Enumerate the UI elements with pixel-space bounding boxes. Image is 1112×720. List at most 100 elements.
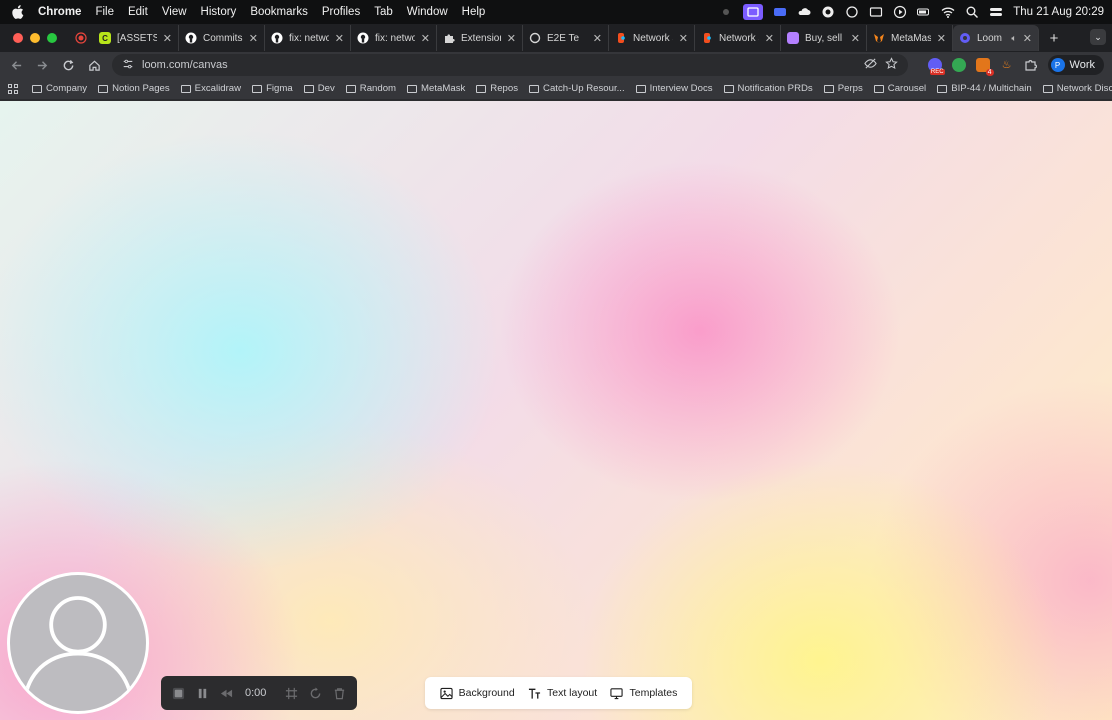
pause-button[interactable]	[195, 686, 209, 700]
background-button[interactable]: Background	[440, 687, 515, 700]
bookmark-folder[interactable]: Company	[32, 83, 87, 94]
bookmark-folder[interactable]: Carousel	[873, 83, 926, 94]
bookmark-folder[interactable]: Random	[345, 83, 396, 94]
tab-buy-sell[interactable]: Buy, sell & ✕	[781, 25, 867, 51]
tab-metamask[interactable]: MetaMask ✕	[867, 25, 953, 51]
close-tab-icon[interactable]: ✕	[249, 32, 258, 45]
menu-profiles[interactable]: Profiles	[322, 6, 360, 18]
camera-bubble-avatar[interactable]	[7, 572, 149, 714]
bookmark-folder[interactable]: BIP-44 / Multichain	[937, 83, 1032, 94]
bookmark-folder[interactable]: Figma	[252, 83, 293, 94]
battery-icon[interactable]	[917, 5, 931, 19]
tab-figma-network-1[interactable]: Network s ✕	[609, 25, 695, 51]
close-tab-icon[interactable]: ✕	[507, 32, 516, 45]
fullscreen-window-button[interactable]	[47, 33, 57, 43]
bookmark-label: Figma	[266, 83, 293, 94]
apps-grid-icon[interactable]	[8, 83, 18, 94]
close-tab-icon[interactable]: ✕	[163, 32, 172, 45]
camera-extension-icon[interactable]: REC	[927, 58, 945, 75]
bookmark-folder[interactable]: Dev	[303, 83, 335, 94]
rewind-button[interactable]	[219, 686, 233, 700]
profile-button[interactable]: P Work	[1047, 55, 1104, 75]
folder-icon	[252, 84, 263, 93]
tab-extensions[interactable]: Extensions ✕	[437, 25, 523, 51]
menu-help[interactable]: Help	[462, 6, 486, 18]
tab-github-fix-1[interactable]: fix: networ ✕	[265, 25, 351, 51]
address-bar[interactable]: loom.com/canvas	[112, 54, 908, 76]
tab-loom[interactable]: Loom | 🔈︎ ✕	[953, 25, 1039, 51]
tab-github-fix-2[interactable]: fix: networ ✕	[351, 25, 437, 51]
new-tab-button[interactable]: +	[1045, 30, 1063, 47]
tab-title: Loom |	[977, 32, 1006, 44]
tab-figma-network-2[interactable]: Network s ✕	[695, 25, 781, 51]
bookmark-folder[interactable]: Network Discover...	[1042, 83, 1112, 94]
menu-app-name[interactable]: Chrome	[38, 6, 81, 18]
stop-button[interactable]	[171, 686, 185, 700]
tab-github-commits[interactable]: Commits ✕	[179, 25, 265, 51]
close-tab-icon[interactable]: ✕	[679, 32, 688, 45]
restart-icon[interactable]	[308, 686, 322, 700]
reload-icon[interactable]	[60, 57, 76, 73]
speaker-icon[interactable]: 🔈︎	[1011, 33, 1016, 44]
templates-button[interactable]: Templates	[610, 687, 677, 700]
trash-icon[interactable]	[332, 686, 346, 700]
close-tab-icon[interactable]: ✕	[937, 32, 946, 45]
control-center-icon[interactable]	[989, 5, 1003, 19]
wifi-icon[interactable]	[941, 5, 955, 19]
mic-status-icon[interactable]	[719, 5, 733, 19]
close-tab-icon[interactable]: ✕	[593, 32, 602, 45]
grammarly-icon[interactable]	[821, 5, 835, 19]
close-tab-icon[interactable]: ✕	[421, 32, 430, 45]
folder-icon	[529, 84, 540, 93]
green-extension-icon[interactable]	[951, 58, 966, 72]
menu-clock[interactable]: Thu 21 Aug 20:29	[1013, 6, 1104, 18]
tab-search-icon[interactable]: ⌄	[1090, 29, 1106, 45]
bookmark-folder[interactable]: Interview Docs	[635, 83, 713, 94]
folder-icon	[98, 84, 109, 93]
close-tab-icon[interactable]: ✕	[335, 32, 344, 45]
screen-record-icon[interactable]	[743, 4, 764, 20]
play-icon[interactable]	[893, 5, 907, 19]
bookmark-folder[interactable]: Excalidraw	[180, 83, 241, 94]
grid-icon[interactable]	[284, 686, 298, 700]
menu-tab[interactable]: Tab	[374, 6, 393, 18]
close-tab-icon[interactable]: ✕	[1023, 32, 1032, 45]
menu-view[interactable]: View	[162, 6, 187, 18]
metamask-extension-icon[interactable]: 4	[975, 58, 994, 76]
apple-icon[interactable]	[12, 5, 24, 19]
cloud-icon[interactable]	[797, 5, 811, 19]
bookmark-folder[interactable]: Repos	[476, 83, 518, 94]
menu-history[interactable]: History	[201, 6, 237, 18]
url-text[interactable]: loom.com/canvas	[142, 59, 856, 71]
forward-icon[interactable]	[34, 57, 50, 73]
close-window-button[interactable]	[13, 33, 23, 43]
menu-file[interactable]: File	[95, 6, 114, 18]
eye-off-icon[interactable]	[863, 57, 877, 73]
menu-edit[interactable]: Edit	[128, 6, 148, 18]
fire-extension-icon[interactable]: ♨	[1000, 58, 1014, 72]
bookmark-folder[interactable]: Notification PRDs	[723, 83, 813, 94]
bookmark-folder[interactable]: Catch-Up Resour...	[529, 83, 625, 94]
text-layout-button[interactable]: Text layout	[528, 687, 597, 700]
tab-recording-indicator[interactable]	[71, 25, 93, 51]
back-icon[interactable]	[8, 57, 24, 73]
tab-jira[interactable]: C [ASSETS-1 ✕	[93, 25, 179, 51]
bookmark-folder[interactable]: Notion Pages	[98, 83, 170, 94]
tab-e2e[interactable]: E2E Te ✕	[523, 25, 609, 51]
minimize-window-button[interactable]	[30, 33, 40, 43]
bookmark-folder[interactable]: MetaMask	[407, 83, 465, 94]
bookmark-folder[interactable]: Perps	[823, 83, 863, 94]
bookmark-label: Company	[46, 83, 88, 94]
menu-bookmarks[interactable]: Bookmarks	[250, 6, 308, 18]
zoom-icon[interactable]	[773, 5, 787, 19]
home-icon[interactable]	[86, 57, 102, 73]
bookmark-star-icon[interactable]	[884, 57, 898, 73]
menu-window[interactable]: Window	[407, 6, 448, 18]
spotlight-search-icon[interactable]	[965, 5, 979, 19]
extensions-puzzle-icon[interactable]	[1024, 58, 1038, 72]
display-icon[interactable]	[869, 5, 883, 19]
vpn-icon[interactable]	[845, 5, 859, 19]
site-info-icon[interactable]	[122, 58, 134, 73]
close-tab-icon[interactable]: ✕	[851, 32, 860, 45]
close-tab-icon[interactable]: ✕	[765, 32, 774, 45]
